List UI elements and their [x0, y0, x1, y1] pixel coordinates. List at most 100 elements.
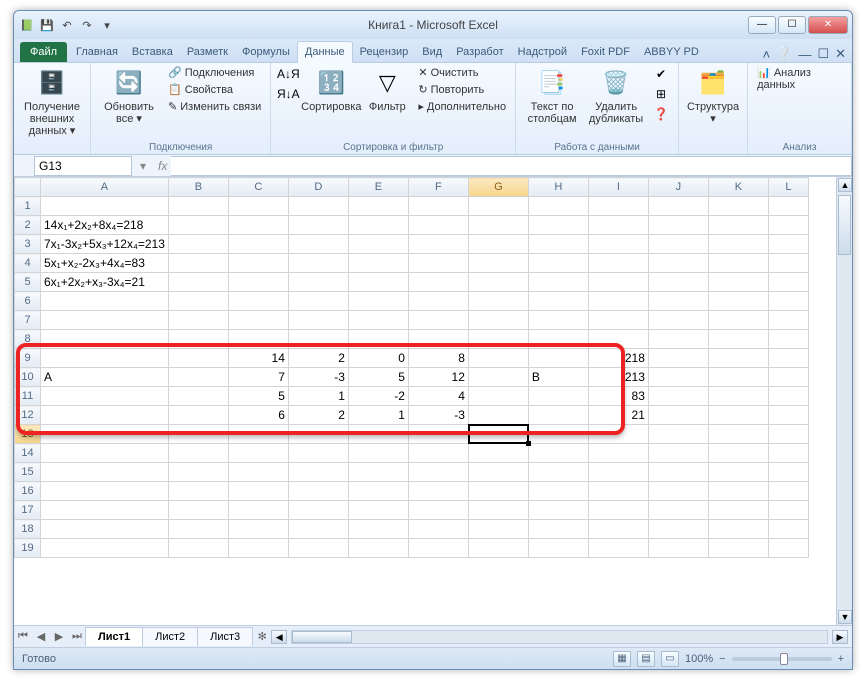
- reapply-button[interactable]: ↻ Повторить: [415, 82, 509, 97]
- sheet-tab-Лист2[interactable]: Лист2: [142, 627, 198, 646]
- cell-J2[interactable]: [648, 216, 708, 235]
- col-header-H[interactable]: H: [528, 178, 588, 197]
- col-header-F[interactable]: F: [408, 178, 468, 197]
- sheet-nav-prev-icon[interactable]: ◀: [32, 630, 50, 643]
- cell-F15[interactable]: [408, 463, 468, 482]
- cell-E8[interactable]: [348, 330, 408, 349]
- worksheet-grid[interactable]: ABCDEFGHIJKL1214x₁+2x₂+8x₄=21837x₁-3x₂+5…: [14, 177, 852, 625]
- cell-F8[interactable]: [408, 330, 468, 349]
- cell-I15[interactable]: [588, 463, 648, 482]
- tab-abbyy pd[interactable]: ABBYY PD: [637, 42, 706, 62]
- cell-L7[interactable]: [768, 311, 808, 330]
- cell-A17[interactable]: [41, 501, 169, 520]
- cell-K1[interactable]: [708, 197, 768, 216]
- cell-B15[interactable]: [168, 463, 228, 482]
- sheet-nav-first-icon[interactable]: ⏮: [14, 630, 32, 643]
- cell-D4[interactable]: [288, 254, 348, 273]
- row-header-1[interactable]: 1: [15, 197, 41, 216]
- namebox-dropdown-icon[interactable]: ▾: [140, 159, 146, 173]
- cell-H5[interactable]: [528, 273, 588, 292]
- cell-A4[interactable]: 5x₁+x₂-2x₃+4x₄=83: [41, 254, 169, 273]
- cell-D2[interactable]: [288, 216, 348, 235]
- cell-H12[interactable]: [528, 406, 588, 425]
- cell-H16[interactable]: [528, 482, 588, 501]
- row-header-17[interactable]: 17: [15, 501, 41, 520]
- cell-G6[interactable]: [468, 292, 528, 311]
- row-header-18[interactable]: 18: [15, 520, 41, 539]
- doc-minimize-icon[interactable]: —: [798, 47, 811, 62]
- cell-K15[interactable]: [708, 463, 768, 482]
- cell-D13[interactable]: [288, 425, 348, 444]
- row-header-2[interactable]: 2: [15, 216, 41, 235]
- cell-C5[interactable]: [228, 273, 288, 292]
- cell-D1[interactable]: [288, 197, 348, 216]
- cell-E14[interactable]: [348, 444, 408, 463]
- cell-F18[interactable]: [408, 520, 468, 539]
- cell-E7[interactable]: [348, 311, 408, 330]
- cell-L10[interactable]: [768, 368, 808, 387]
- cell-C1[interactable]: [228, 197, 288, 216]
- tab-рецензир[interactable]: Рецензир: [353, 42, 416, 62]
- cell-L18[interactable]: [768, 520, 808, 539]
- cell-C15[interactable]: [228, 463, 288, 482]
- cell-D5[interactable]: [288, 273, 348, 292]
- get-external-data-button[interactable]: 🗄️ Получение внешних данных ▾: [20, 65, 84, 139]
- cell-H3[interactable]: [528, 235, 588, 254]
- cell-B5[interactable]: [168, 273, 228, 292]
- remove-duplicates-button[interactable]: 🗑️ Удалить дубликаты: [586, 65, 646, 127]
- cell-A7[interactable]: [41, 311, 169, 330]
- new-sheet-icon[interactable]: ✻: [253, 630, 271, 643]
- cell-H17[interactable]: [528, 501, 588, 520]
- cell-C18[interactable]: [228, 520, 288, 539]
- save-icon[interactable]: 💾: [38, 16, 56, 34]
- row-header-13[interactable]: 13: [15, 425, 41, 444]
- outline-button[interactable]: 🗂️ Структура ▾: [685, 65, 741, 127]
- cell-B11[interactable]: [168, 387, 228, 406]
- cell-J4[interactable]: [648, 254, 708, 273]
- cell-J18[interactable]: [648, 520, 708, 539]
- cell-K16[interactable]: [708, 482, 768, 501]
- cell-K11[interactable]: [708, 387, 768, 406]
- help-icon[interactable]: ❔: [776, 46, 792, 62]
- cell-J11[interactable]: [648, 387, 708, 406]
- cell-E2[interactable]: [348, 216, 408, 235]
- col-header-A[interactable]: A: [41, 178, 169, 197]
- cell-J1[interactable]: [648, 197, 708, 216]
- tab-разработ[interactable]: Разработ: [449, 42, 510, 62]
- cell-A12[interactable]: [41, 406, 169, 425]
- cell-E1[interactable]: [348, 197, 408, 216]
- cell-E19[interactable]: [348, 539, 408, 558]
- cell-H6[interactable]: [528, 292, 588, 311]
- cell-K5[interactable]: [708, 273, 768, 292]
- vertical-scroll-thumb[interactable]: [838, 195, 851, 255]
- cell-K19[interactable]: [708, 539, 768, 558]
- cell-D8[interactable]: [288, 330, 348, 349]
- cell-C17[interactable]: [228, 501, 288, 520]
- cell-C8[interactable]: [228, 330, 288, 349]
- cell-I14[interactable]: [588, 444, 648, 463]
- ribbon-minimize-icon[interactable]: ˄: [763, 47, 771, 62]
- normal-view-button[interactable]: ▦: [613, 651, 631, 667]
- cell-B16[interactable]: [168, 482, 228, 501]
- cell-I5[interactable]: [588, 273, 648, 292]
- cell-E11[interactable]: -2: [348, 387, 408, 406]
- cell-K13[interactable]: [708, 425, 768, 444]
- cell-L19[interactable]: [768, 539, 808, 558]
- cell-G15[interactable]: [468, 463, 528, 482]
- col-header-K[interactable]: K: [708, 178, 768, 197]
- cell-L13[interactable]: [768, 425, 808, 444]
- cell-C16[interactable]: [228, 482, 288, 501]
- cell-D17[interactable]: [288, 501, 348, 520]
- row-header-4[interactable]: 4: [15, 254, 41, 273]
- cell-E10[interactable]: 5: [348, 368, 408, 387]
- cell-A18[interactable]: [41, 520, 169, 539]
- cell-C9[interactable]: 14: [228, 349, 288, 368]
- cell-L17[interactable]: [768, 501, 808, 520]
- cell-J3[interactable]: [648, 235, 708, 254]
- cell-A16[interactable]: [41, 482, 169, 501]
- cell-C19[interactable]: [228, 539, 288, 558]
- cell-I13[interactable]: [588, 425, 648, 444]
- clear-filter-button[interactable]: ✕ Очистить: [415, 65, 509, 80]
- scroll-down-button[interactable]: ▼: [838, 610, 852, 624]
- cell-D12[interactable]: 2: [288, 406, 348, 425]
